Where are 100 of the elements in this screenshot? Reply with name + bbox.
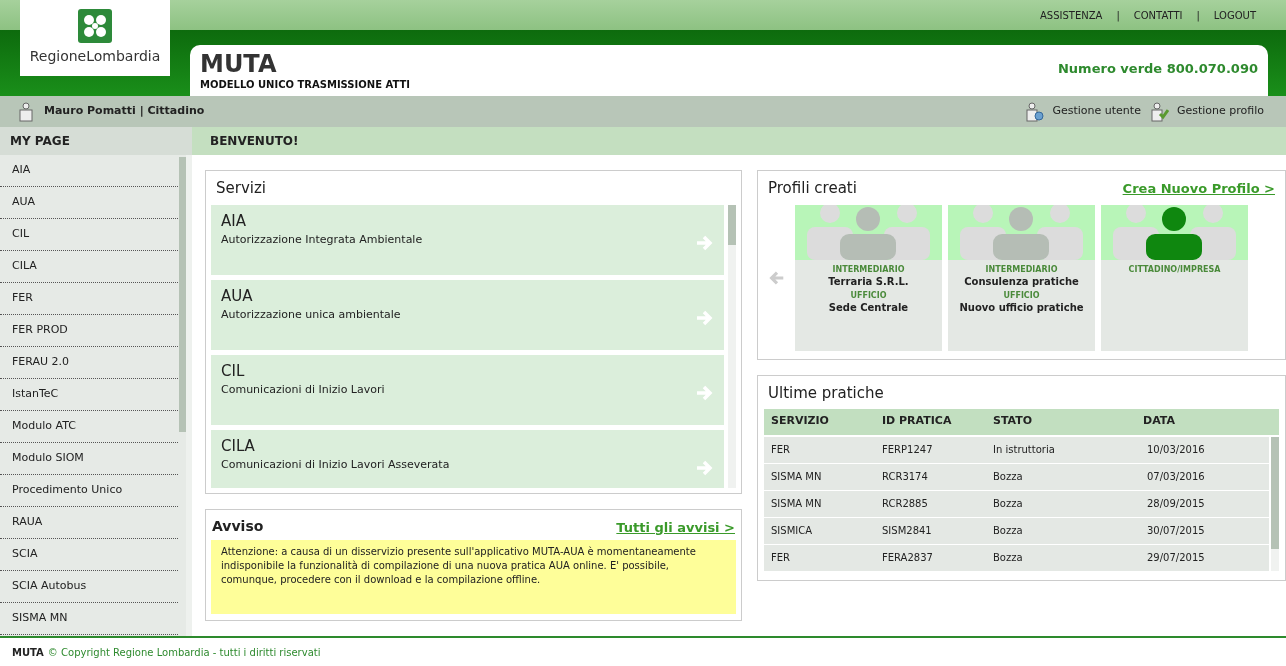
table-cell-text: Bozza (992, 551, 1024, 565)
footer-brand: MUTA (12, 645, 44, 660)
user-check-icon[interactable] (1148, 101, 1169, 122)
scrollbar[interactable] (179, 157, 186, 432)
table-cell-text: FER (770, 443, 792, 457)
footer-copyright: © Copyright Regione Lombardia - tutti i diritti riservati (47, 645, 321, 660)
phone-number: Numero verde 800.070.090 (1058, 59, 1258, 78)
all-notices-link[interactable]: Tutti gli avvisi > (616, 517, 735, 537)
table-cell-text: SISMICA (770, 524, 814, 538)
table-cell-text: Bozza (992, 497, 1024, 511)
table-cell-text: 07/03/2016 (1146, 470, 1206, 484)
sidebar-item[interactable]: FER (12, 290, 33, 307)
people-icon (948, 204, 1095, 260)
table-cell-text: FERA2837 (881, 551, 934, 565)
scrollbar[interactable] (728, 204, 736, 245)
sidebar-item[interactable]: SISMA MN (12, 610, 68, 627)
panel-title: Avviso (212, 517, 264, 536)
people-icon (1101, 204, 1248, 260)
table-row[interactable]: FER FERA2837 Bozza 29/07/2015 (764, 544, 1269, 571)
page-title: BENVENUTO! (192, 127, 1286, 155)
logo-icon (78, 9, 112, 43)
panel-title: Servizi (215, 178, 267, 199)
table-cell-text: Bozza (992, 470, 1024, 484)
table-cell-text: RCR3174 (881, 470, 929, 484)
logo[interactable]: RegioneLombardia (20, 0, 170, 76)
table-cell-text: In istruttoria (992, 443, 1056, 457)
table-row[interactable]: FER FERP1247 In istruttoria 10/03/2016 (764, 436, 1269, 463)
table-row[interactable]: SISMA MN RCR2885 Bozza 28/09/2015 (764, 490, 1269, 517)
profile-role: INTERMEDIARIO (832, 263, 905, 276)
sidebar-item[interactable]: SCIA Autobus (12, 578, 87, 595)
table-cell-text: 30/07/2015 (1146, 524, 1206, 538)
table-cell-text: 29/07/2015 (1146, 551, 1206, 565)
service-code: AUA (221, 285, 253, 307)
top-link[interactable]: CONTATTI (1133, 7, 1183, 23)
table-cell-text: SISMA MN (770, 470, 823, 484)
profile-role: UFFICIO (1003, 289, 1040, 302)
profile-card[interactable]: INTERMEDIARIO Consulenza pratiche UFFICIO Nuovo ufficio pratiche (948, 204, 1095, 351)
table-cell-text: Bozza (992, 524, 1024, 538)
service-code: CILA (221, 435, 255, 457)
table-cell-text: 10/03/2016 (1146, 443, 1206, 457)
sidebar-item[interactable]: FERAU 2.0 (12, 354, 70, 371)
column-header: ID PRATICA (881, 413, 953, 430)
sidebar-item[interactable]: RAUA (12, 514, 43, 531)
top-link[interactable]: ASSISTENZA (1039, 7, 1103, 23)
panel-title: Ultime pratiche (767, 383, 885, 404)
table-cell-text: SISMA MN (770, 497, 823, 511)
sidebar-item[interactable]: AIA (12, 162, 31, 179)
user-settings-icon[interactable] (1024, 101, 1045, 122)
table-cell-text: 28/09/2015 (1146, 497, 1206, 511)
new-profile-link[interactable]: Crea Nuovo Profilo > (1122, 178, 1275, 198)
sidebar-item[interactable]: CILA (12, 258, 37, 275)
service-code: CIL (221, 360, 245, 382)
service-code: AIA (221, 210, 246, 232)
user-name: Mauro Pomatti | Cittadino (44, 103, 205, 120)
service-card[interactable]: CILA Comunicazioni di Inizio Lavori Asseverata (211, 429, 724, 488)
link-separator: | (1196, 8, 1200, 23)
sidebar-title: MY PAGE (0, 127, 192, 155)
column-header: DATA (1142, 413, 1176, 430)
sidebar-item[interactable]: Modulo SIOM (12, 450, 84, 467)
profile-name: Consulenza pratiche (964, 275, 1079, 288)
profile-role: INTERMEDIARIO (985, 263, 1058, 276)
profile-name: Terraria S.R.L. (828, 275, 909, 288)
profile-name: Nuovo ufficio pratiche (959, 301, 1084, 314)
app-title: MUTA (200, 51, 278, 77)
sidebar-item[interactable]: Procedimento Unico (12, 482, 123, 499)
sidebar-item[interactable]: IstanTeC (12, 386, 59, 403)
table-cell-text: FER (770, 551, 792, 565)
service-description: Autorizzazione Integrata Ambientale (221, 232, 423, 248)
logo-text: RegioneLombardia (29, 47, 161, 66)
table-row[interactable]: SISMA MN RCR3174 Bozza 07/03/2016 (764, 463, 1269, 490)
link-separator: | (1116, 8, 1120, 23)
service-description: Comunicazioni di Inizio Lavori Asseverata (221, 457, 450, 473)
service-card[interactable]: AUA Autorizzazione unica ambientale (211, 279, 724, 350)
user-action-link[interactable]: Gestione profilo (1176, 103, 1264, 120)
notice-message: Attenzione: a causa di un disservizio presente sull'applicativo MUTA-AUA è momentaneamente indisponibile la funzionalità di compilazione di una nuova pratica AUA online. E' possibile, comunque, procedere con il download e la compilazione offline. (221, 545, 697, 587)
sidebar-item[interactable]: Modulo ATC (12, 418, 76, 435)
table-cell-text: SISM2841 (881, 524, 933, 538)
panel-title: Profili creati (768, 178, 857, 199)
sidebar-item[interactable]: SCIA (12, 546, 38, 563)
table-cell-text: FERP1247 (881, 443, 934, 457)
column-header: SERVIZIO (770, 413, 830, 430)
profile-name: Sede Centrale (828, 301, 909, 314)
user-icon (18, 101, 34, 122)
service-card[interactable]: AIA Autorizzazione Integrata Ambientale (211, 204, 724, 275)
app-subtitle: MODELLO UNICO TRASMISSIONE ATTI (200, 78, 411, 92)
service-description: Autorizzazione unica ambientale (221, 307, 401, 323)
service-card[interactable]: CIL Comunicazioni di Inizio Lavori (211, 354, 724, 425)
column-header: STATO (992, 413, 1034, 430)
table-row[interactable]: SISMICA SISM2841 Bozza 30/07/2015 (764, 517, 1269, 544)
scrollbar[interactable] (1271, 436, 1279, 549)
profile-role: CITTADINO/IMPRESA (1128, 263, 1221, 276)
sidebar-item[interactable]: AUA (12, 194, 36, 211)
table-cell-text: RCR2885 (881, 497, 929, 511)
user-action-link[interactable]: Gestione utente (1052, 103, 1141, 120)
sidebar-item[interactable]: FER PROD (12, 322, 68, 339)
sidebar-item[interactable]: CIL (12, 226, 30, 243)
service-description: Comunicazioni di Inizio Lavori (221, 382, 385, 398)
top-link[interactable]: LOGOUT (1213, 7, 1256, 23)
profile-card[interactable]: INTERMEDIARIO Terraria S.R.L. UFFICIO Sede Centrale (795, 204, 942, 351)
profile-role: UFFICIO (850, 289, 887, 302)
